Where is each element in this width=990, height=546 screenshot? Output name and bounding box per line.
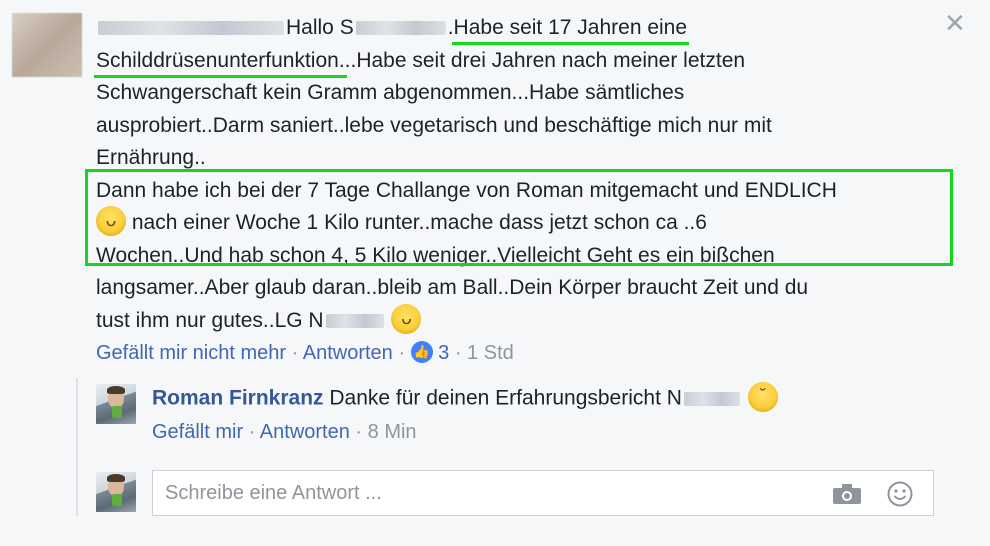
reply-actions: Gefällt mir · Antworten · 8 Min bbox=[152, 421, 417, 443]
highlight-box bbox=[85, 169, 953, 266]
laughing-emoji-icon: ᴗ bbox=[391, 303, 422, 334]
reply-input-placeholder: Schreibe eine Antwort ... bbox=[165, 482, 382, 504]
camera-icon[interactable] bbox=[833, 484, 861, 504]
comment-line-3: Schwangerschaft kein Gramm abgenommen...… bbox=[96, 81, 685, 104]
thumbs-up-icon[interactable]: 👍 bbox=[410, 340, 433, 363]
comment-line-9: langsamer..Aber glaub daran..bleib am Ba… bbox=[96, 276, 809, 299]
highlight-underline-1: Habe seit 17 Jahren eine bbox=[453, 16, 688, 39]
unlike-link[interactable]: Gefällt mir nicht mehr bbox=[96, 342, 286, 364]
redacted-name bbox=[355, 21, 446, 36]
redacted-name bbox=[98, 21, 284, 36]
highlight-underline-2: Schilddrüsenunterfunktion. bbox=[96, 48, 345, 72]
timestamp[interactable]: 8 Min bbox=[368, 421, 417, 443]
comment-line-1: Hallo S .Habe seit 17 Jahren eine bbox=[96, 12, 956, 45]
current-user-avatar bbox=[96, 472, 136, 512]
comment-line-2: Schilddrüsenunterfunktion...Habe seit dr… bbox=[96, 48, 746, 72]
comment-line-4: ausprobiert..Darm saniert..lebe vegetari… bbox=[96, 113, 772, 137]
comment-line-10: tust ihm nur gutes..LG N ᴗ bbox=[96, 303, 956, 338]
reply-link[interactable]: Antworten bbox=[303, 342, 393, 364]
emoji-smiley-icon[interactable] bbox=[887, 481, 913, 507]
reply-input[interactable]: Schreibe eine Antwort ... bbox=[152, 470, 934, 516]
timestamp[interactable]: 1 Std bbox=[467, 342, 514, 364]
reply-author-avatar[interactable] bbox=[96, 384, 136, 424]
wink-emoji-icon: ˘ bbox=[747, 382, 778, 412]
redacted-name bbox=[325, 313, 384, 328]
like-count[interactable]: 3 bbox=[438, 342, 449, 364]
like-link[interactable]: Gefällt mir bbox=[152, 421, 243, 443]
commenter-avatar-blurred[interactable] bbox=[12, 13, 82, 77]
redacted-name bbox=[683, 392, 740, 406]
reply-author-name[interactable]: Roman Firnkranz bbox=[152, 387, 324, 410]
comment-actions: Gefällt mir nicht mehr · Antworten · 👍 3… bbox=[96, 340, 514, 364]
reply-body: Roman Firnkranz Danke für deinen Erfahru… bbox=[152, 382, 778, 414]
reply-thread-line bbox=[76, 378, 78, 516]
reply-link[interactable]: Antworten bbox=[260, 421, 350, 443]
